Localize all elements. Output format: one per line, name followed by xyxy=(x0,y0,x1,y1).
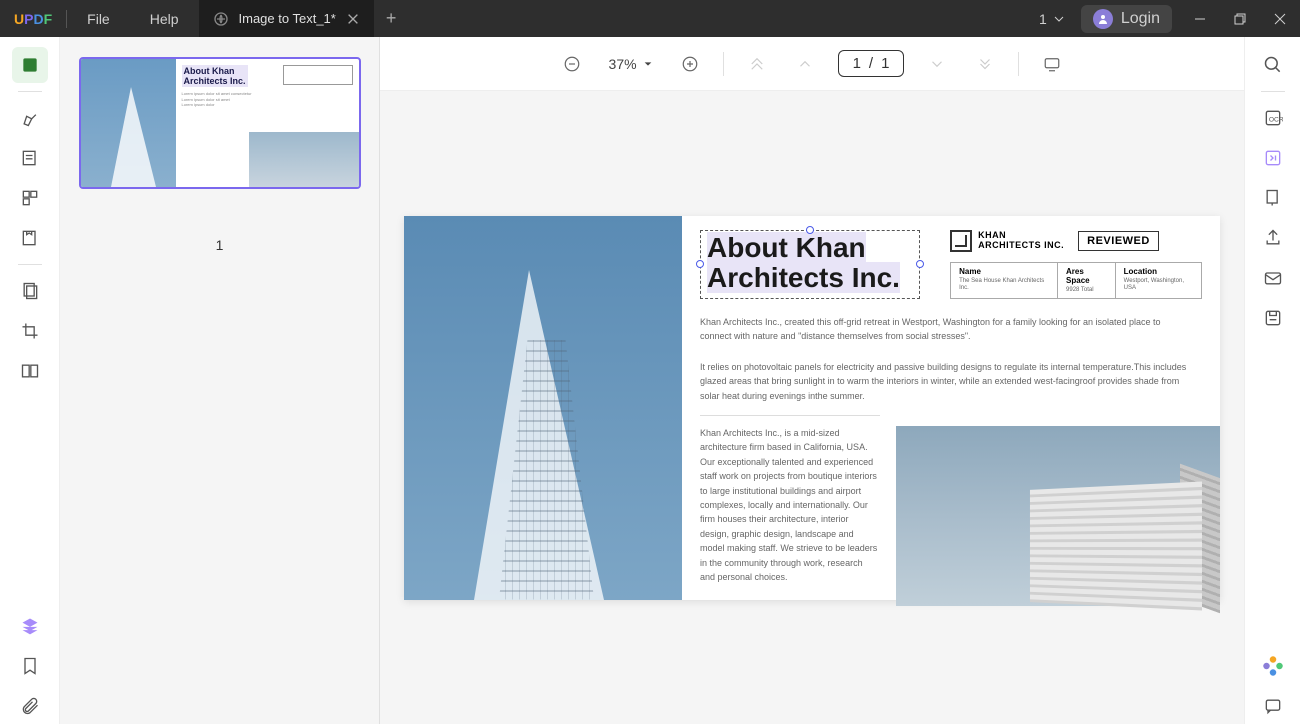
avatar-icon xyxy=(1093,9,1113,29)
selected-text-box[interactable]: About KhanArchitects Inc. xyxy=(700,230,920,300)
ai-assistant-button[interactable] xyxy=(1255,648,1291,684)
presentation-button[interactable] xyxy=(1037,49,1067,79)
share-button[interactable] xyxy=(1255,220,1291,256)
zoom-out-button[interactable] xyxy=(557,49,587,79)
document-tab[interactable]: Image to Text_1* xyxy=(199,0,374,37)
protect-button[interactable] xyxy=(1255,180,1291,216)
page-tool-button[interactable] xyxy=(12,273,48,309)
next-page-button[interactable] xyxy=(922,49,952,79)
document-icon xyxy=(213,11,229,27)
reader-mode-button[interactable] xyxy=(12,47,48,83)
email-button[interactable] xyxy=(1255,260,1291,296)
thumbnail-number: 1 xyxy=(216,237,224,253)
document-page: About KhanArchitects Inc. KHANARCHITECTS… xyxy=(404,216,1220,600)
close-icon[interactable] xyxy=(346,12,360,26)
feedback-button[interactable] xyxy=(1255,688,1291,724)
close-window-button[interactable] xyxy=(1260,0,1300,37)
hero-image xyxy=(404,216,682,600)
layers-button[interactable] xyxy=(12,608,48,644)
paragraph-3: Khan Architects Inc., is a mid-sized arc… xyxy=(700,426,880,592)
zoom-dropdown[interactable]: 37% xyxy=(609,56,653,72)
tab-title: Image to Text_1* xyxy=(239,11,336,26)
save-button[interactable] xyxy=(1255,300,1291,336)
company-logo: KHANARCHITECTS INC. xyxy=(950,230,1064,252)
chevron-down-icon xyxy=(1053,13,1065,25)
organize-tool-button[interactable] xyxy=(12,180,48,216)
zoom-value: 37% xyxy=(609,56,637,72)
last-page-button[interactable] xyxy=(970,49,1000,79)
menu-file[interactable]: File xyxy=(67,11,130,27)
page-thumbnail[interactable]: About KhanArchitects Inc. Lorem ipsum do… xyxy=(79,57,361,189)
main-viewer: 37% 1 / 1 xyxy=(380,37,1244,724)
search-button[interactable] xyxy=(1255,47,1291,83)
paragraph-1: Khan Architects Inc., created this off-g… xyxy=(700,315,1202,344)
thumbnail-panel: About KhanArchitects Inc. Lorem ipsum do… xyxy=(60,37,380,724)
dropdown-icon xyxy=(643,59,653,69)
prev-page-button[interactable] xyxy=(790,49,820,79)
info-table: NameThe Sea House Khan Architects Inc. A… xyxy=(950,262,1202,299)
doc-count[interactable]: 1 xyxy=(1031,11,1073,27)
minimize-button[interactable] xyxy=(1180,0,1220,37)
page-input[interactable]: 1 / 1 xyxy=(838,50,905,77)
bookmark-button[interactable] xyxy=(12,648,48,684)
svg-text:OCR: OCR xyxy=(1268,116,1282,123)
app-logo: UPDF xyxy=(0,11,66,27)
login-button[interactable]: Login xyxy=(1081,5,1172,33)
maximize-button[interactable] xyxy=(1220,0,1260,37)
zoom-in-button[interactable] xyxy=(675,49,705,79)
ocr-button[interactable]: OCR xyxy=(1255,100,1291,136)
attachment-button[interactable] xyxy=(12,688,48,724)
tools-button[interactable] xyxy=(12,220,48,256)
titlebar: UPDF File Help Image to Text_1* + 1 Logi… xyxy=(0,0,1300,37)
comment-tool-button[interactable] xyxy=(12,100,48,136)
canvas[interactable]: About KhanArchitects Inc. KHANARCHITECTS… xyxy=(380,91,1244,724)
compare-tool-button[interactable] xyxy=(12,353,48,389)
first-page-button[interactable] xyxy=(742,49,772,79)
reviewed-stamp: REVIEWED xyxy=(1078,231,1159,251)
convert-button[interactable] xyxy=(1255,140,1291,176)
secondary-image xyxy=(896,426,1220,606)
left-toolbar xyxy=(0,37,60,724)
login-label: Login xyxy=(1121,10,1160,28)
crop-tool-button[interactable] xyxy=(12,313,48,349)
viewer-toolbar: 37% 1 / 1 xyxy=(380,37,1244,91)
add-tab-button[interactable]: + xyxy=(374,8,409,29)
edit-tool-button[interactable] xyxy=(12,140,48,176)
doc-title: About KhanArchitects Inc. xyxy=(707,232,900,294)
paragraph-2: It relies on photovoltaic panels for ele… xyxy=(700,360,1202,403)
right-toolbar: OCR xyxy=(1244,37,1300,724)
menu-help[interactable]: Help xyxy=(130,11,199,27)
